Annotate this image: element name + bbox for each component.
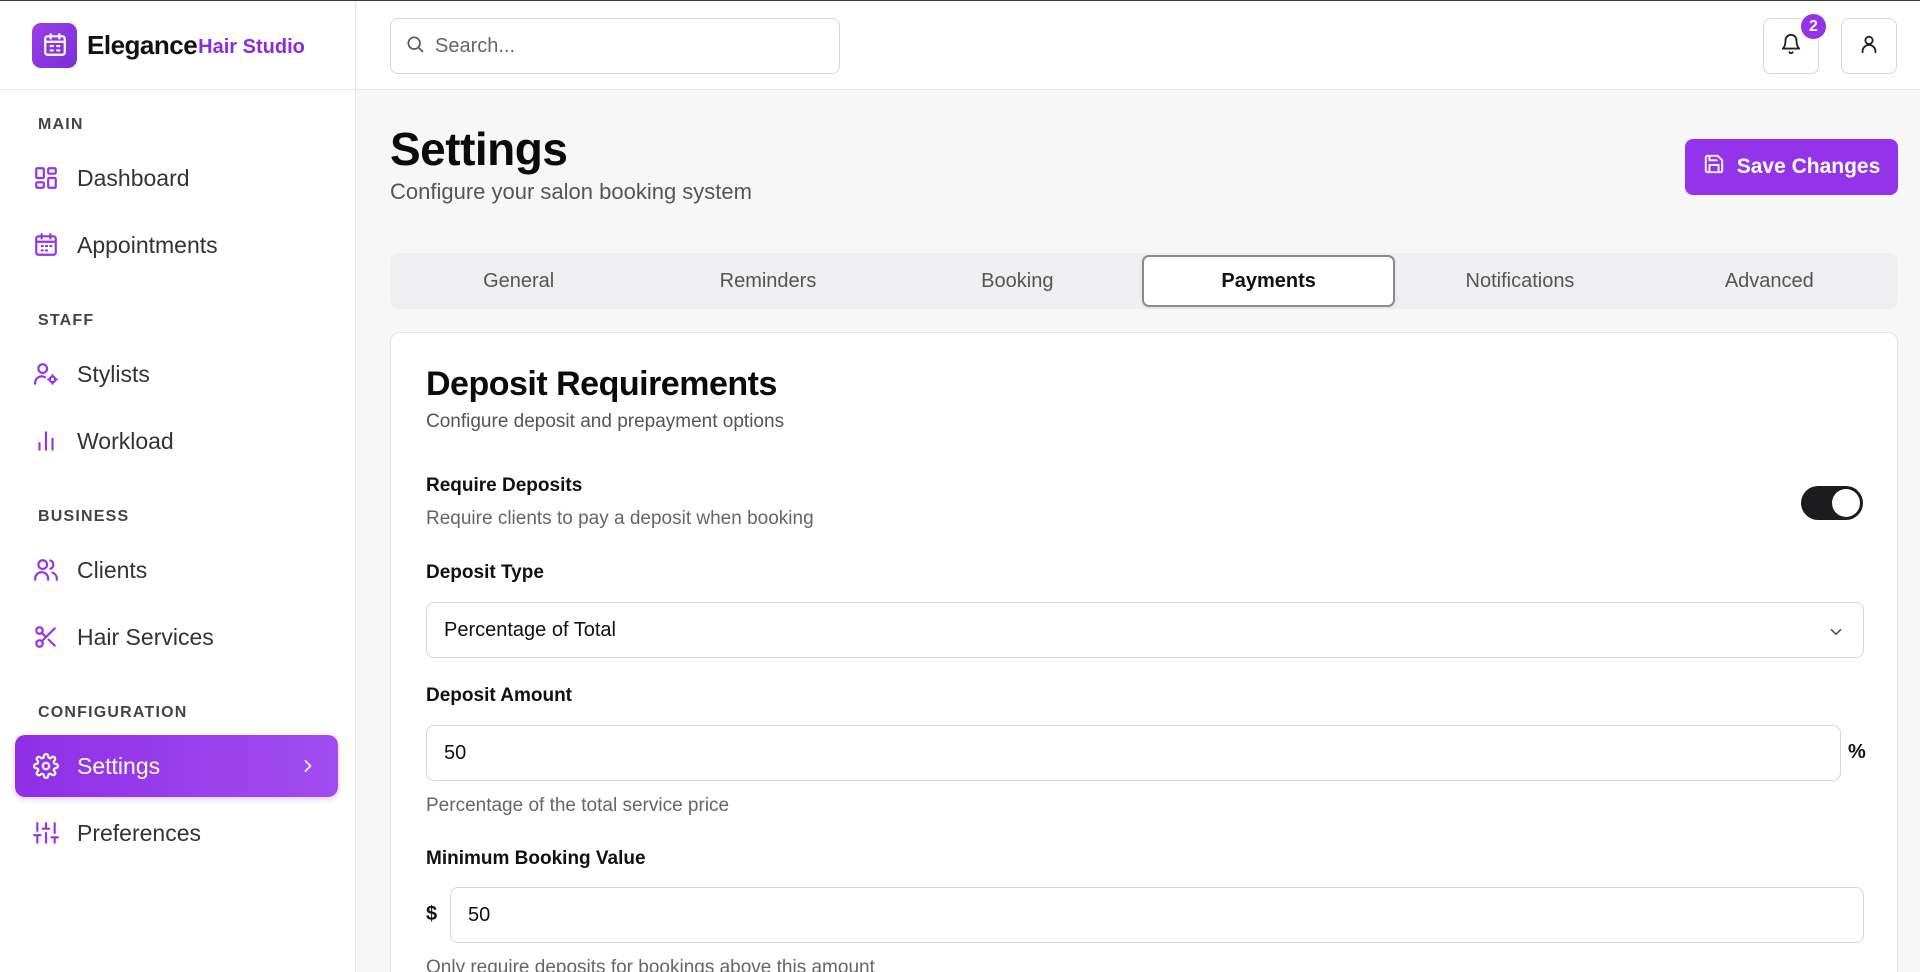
- nav-section-business: BUSINESS: [38, 508, 130, 525]
- sidebar-item-workload[interactable]: Workload: [15, 410, 338, 472]
- deposit-type-select[interactable]: Percentage of Total: [426, 602, 1864, 658]
- tab-booking[interactable]: Booking: [893, 255, 1142, 307]
- user-menu-button[interactable]: [1841, 18, 1897, 74]
- require-deposits-label: Require Deposits: [426, 475, 583, 496]
- sidebar-item-label: Clients: [77, 556, 148, 583]
- page-title: Settings: [390, 123, 568, 175]
- sidebar-item-preferences[interactable]: Preferences: [15, 802, 338, 864]
- tab-notifications[interactable]: Notifications: [1395, 255, 1644, 307]
- save-icon: [1703, 153, 1725, 181]
- toggle-knob: [1832, 489, 1860, 517]
- calendar-logo-icon: [32, 22, 77, 68]
- deposit-type-value: Percentage of Total: [444, 618, 616, 641]
- deposit-amount-input[interactable]: [426, 725, 1841, 781]
- notifications-button[interactable]: 2: [1763, 12, 1828, 74]
- dashboard-grid-icon: [32, 164, 60, 192]
- tab-advanced[interactable]: Advanced: [1645, 255, 1894, 307]
- user-icon: [1858, 33, 1880, 60]
- sidebar-item-label: Workload: [77, 427, 174, 454]
- deposit-amount-help: Percentage of the total service price: [426, 795, 730, 816]
- search-box[interactable]: [390, 18, 840, 74]
- save-changes-button[interactable]: Save Changes: [1685, 139, 1898, 195]
- minimum-booking-input[interactable]: [450, 887, 1864, 943]
- save-button-label: Save Changes: [1736, 155, 1881, 178]
- sidebar-item-label: Hair Services: [77, 623, 214, 650]
- deposit-amount-label: Deposit Amount: [426, 685, 573, 706]
- tab-reminders[interactable]: Reminders: [643, 255, 892, 307]
- user-cog-icon: [32, 360, 60, 388]
- search-icon: [405, 34, 425, 59]
- chevron-down-icon: [1827, 623, 1845, 647]
- require-deposits-help: Require clients to pay a deposit when bo…: [426, 508, 814, 529]
- tab-payments[interactable]: Payments: [1141, 255, 1396, 307]
- bell-icon: [1780, 33, 1802, 60]
- brand-subtitle: Hair Studio: [198, 35, 305, 58]
- nav-section-main: MAIN: [38, 116, 84, 133]
- card-subtitle: Configure deposit and prepayment options: [426, 411, 785, 432]
- sidebar-item-clients[interactable]: Clients: [15, 539, 338, 601]
- users-icon: [32, 556, 60, 584]
- brand[interactable]: Elegance Hair Studio: [0, 1, 355, 90]
- sidebar-item-label: Settings: [77, 752, 161, 779]
- sidebar-item-label: Dashboard: [77, 164, 190, 191]
- sidebar-item-hair-services[interactable]: Hair Services: [15, 606, 338, 668]
- nav-section-staff: STAFF: [38, 312, 95, 329]
- sidebar-item-label: Preferences: [77, 819, 202, 846]
- chevron-right-icon: [298, 755, 318, 782]
- sidebar-item-dashboard[interactable]: Dashboard: [15, 147, 338, 209]
- tab-general[interactable]: General: [394, 255, 643, 307]
- sidebar-item-appointments[interactable]: Appointments: [15, 214, 338, 276]
- scissors-icon: [32, 623, 60, 651]
- require-deposits-toggle[interactable]: [1801, 486, 1863, 520]
- dollar-prefix: $: [426, 903, 438, 925]
- notification-badge: 2: [1799, 12, 1828, 41]
- sidebar-item-settings[interactable]: Settings: [15, 735, 338, 797]
- card-title: Deposit Requirements: [426, 365, 777, 403]
- percent-suffix: %: [1848, 741, 1866, 763]
- bar-chart-icon: [32, 427, 60, 455]
- gear-icon: [32, 752, 60, 780]
- minimum-booking-help: Only require deposits for bookings above…: [426, 957, 875, 972]
- deposit-requirements-card: Deposit Requirements Configure deposit a…: [390, 332, 1898, 972]
- top-header: 2: [357, 1, 1920, 90]
- page-subtitle: Configure your salon booking system: [390, 179, 752, 204]
- sidebar-item-label: Stylists: [77, 360, 150, 387]
- nav-section-configuration: CONFIGURATION: [38, 704, 188, 721]
- sliders-icon: [32, 819, 60, 847]
- calendar-icon: [32, 231, 60, 259]
- search-input[interactable]: [435, 34, 815, 58]
- sidebar-item-stylists[interactable]: Stylists: [15, 343, 338, 405]
- minimum-booking-label: Minimum Booking Value: [426, 848, 646, 869]
- settings-tabs: General Reminders Booking Payments Notif…: [390, 253, 1898, 309]
- brand-name: Elegance: [87, 29, 198, 60]
- sidebar-item-label: Appointments: [77, 231, 218, 258]
- deposit-type-label: Deposit Type: [426, 562, 544, 583]
- sidebar: Elegance Hair Studio MAIN Dashboard Appo…: [0, 1, 356, 972]
